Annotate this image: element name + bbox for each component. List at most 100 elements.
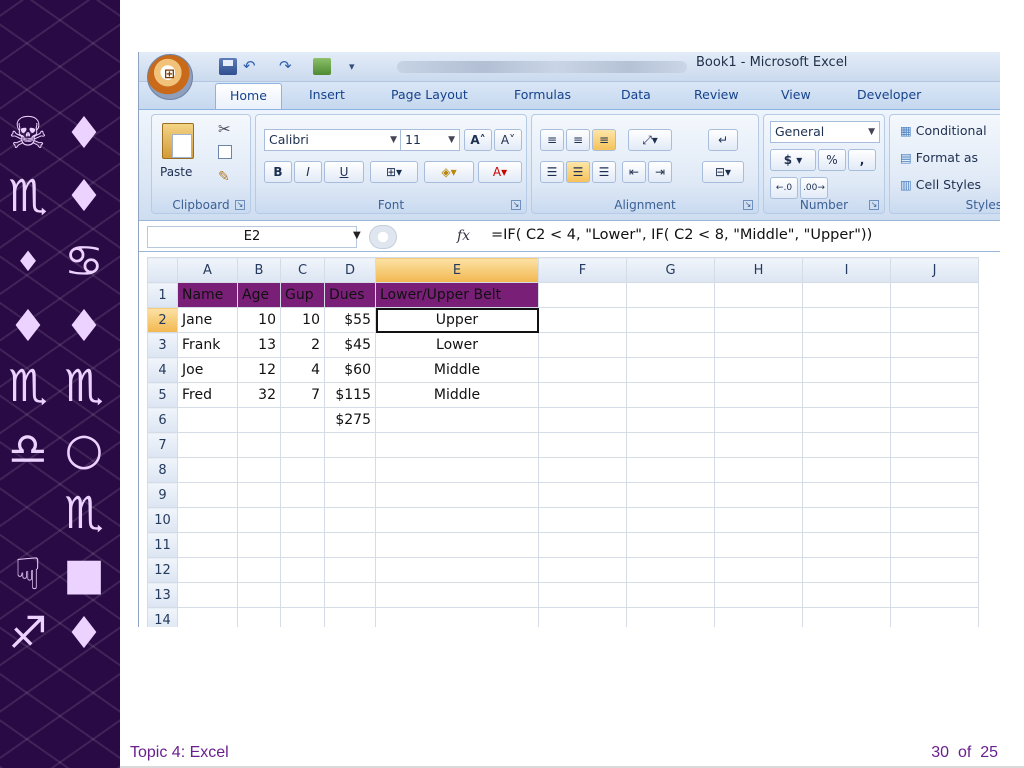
cell[interactable] bbox=[890, 582, 979, 608]
cell[interactable]: 7 bbox=[280, 382, 325, 408]
cell[interactable] bbox=[890, 407, 979, 433]
cell[interactable] bbox=[538, 557, 627, 583]
cell[interactable] bbox=[890, 382, 979, 408]
currency-button[interactable]: $ ▾ bbox=[770, 149, 816, 171]
cell[interactable] bbox=[177, 407, 238, 433]
cell[interactable]: 12 bbox=[237, 357, 281, 383]
tab-formulas[interactable]: Formulas bbox=[514, 87, 571, 102]
cell[interactable] bbox=[280, 507, 325, 533]
row-header[interactable]: 1 bbox=[147, 282, 178, 308]
cell[interactable] bbox=[802, 507, 891, 533]
cell[interactable] bbox=[280, 407, 325, 433]
column-header[interactable]: B bbox=[237, 257, 281, 283]
paste-button[interactable]: Paste bbox=[160, 165, 192, 179]
cell[interactable] bbox=[714, 332, 803, 358]
cell[interactable] bbox=[324, 557, 376, 583]
total-dues-cell[interactable]: $275 bbox=[324, 407, 376, 433]
row-header[interactable]: 8 bbox=[147, 457, 178, 483]
row-header[interactable]: 11 bbox=[147, 532, 178, 558]
tab-developer[interactable]: Developer bbox=[857, 87, 921, 102]
row-header[interactable]: 14 bbox=[147, 607, 178, 627]
cell[interactable] bbox=[375, 607, 539, 627]
cell[interactable]: 4 bbox=[280, 357, 325, 383]
cell[interactable] bbox=[237, 557, 281, 583]
cell[interactable] bbox=[890, 282, 979, 308]
cell[interactable] bbox=[538, 582, 627, 608]
bold-button[interactable]: B bbox=[264, 161, 292, 183]
cell[interactable] bbox=[714, 582, 803, 608]
cell[interactable] bbox=[802, 282, 891, 308]
cell[interactable] bbox=[890, 357, 979, 383]
column-header[interactable]: C bbox=[280, 257, 325, 283]
table-header-cell[interactable]: Gup bbox=[280, 282, 325, 308]
row-header[interactable]: 3 bbox=[147, 332, 178, 358]
tab-review[interactable]: Review bbox=[694, 87, 739, 102]
cell[interactable] bbox=[177, 507, 238, 533]
cell[interactable]: 10 bbox=[280, 307, 325, 333]
cell[interactable]: Jane bbox=[177, 307, 238, 333]
insert-function-icon[interactable]: fx bbox=[457, 228, 470, 244]
cell[interactable] bbox=[324, 532, 376, 558]
cell[interactable]: 10 bbox=[237, 307, 281, 333]
cell[interactable] bbox=[538, 382, 627, 408]
cell[interactable] bbox=[802, 332, 891, 358]
cell[interactable]: Lower bbox=[375, 332, 539, 358]
cell[interactable] bbox=[626, 507, 715, 533]
cell[interactable] bbox=[177, 532, 238, 558]
cell[interactable]: Middle bbox=[375, 382, 539, 408]
cell[interactable] bbox=[538, 457, 627, 483]
cell[interactable] bbox=[375, 507, 539, 533]
cell[interactable] bbox=[802, 557, 891, 583]
cell[interactable] bbox=[714, 282, 803, 308]
cell[interactable] bbox=[714, 557, 803, 583]
cell[interactable] bbox=[714, 507, 803, 533]
cell[interactable] bbox=[237, 457, 281, 483]
cell[interactable] bbox=[626, 582, 715, 608]
align-right-icon[interactable]: ☰ bbox=[592, 161, 616, 183]
paste-icon[interactable] bbox=[162, 123, 194, 159]
cell[interactable] bbox=[280, 482, 325, 508]
cell[interactable] bbox=[375, 532, 539, 558]
cell[interactable] bbox=[324, 507, 376, 533]
cell[interactable] bbox=[890, 457, 979, 483]
cell[interactable] bbox=[538, 357, 627, 383]
cell[interactable]: $45 bbox=[324, 332, 376, 358]
alignment-launcher-icon[interactable]: ↘ bbox=[743, 200, 753, 210]
column-header[interactable]: F bbox=[538, 257, 627, 283]
cell[interactable] bbox=[375, 457, 539, 483]
cell[interactable] bbox=[802, 357, 891, 383]
cell[interactable] bbox=[714, 307, 803, 333]
cell[interactable] bbox=[626, 432, 715, 458]
cell[interactable]: 32 bbox=[237, 382, 281, 408]
cell[interactable] bbox=[280, 432, 325, 458]
cell[interactable] bbox=[802, 607, 891, 627]
cell[interactable] bbox=[714, 432, 803, 458]
row-header[interactable]: 6 bbox=[147, 407, 178, 433]
cell[interactable] bbox=[177, 457, 238, 483]
cell[interactable] bbox=[324, 457, 376, 483]
row-header[interactable]: 7 bbox=[147, 432, 178, 458]
cell[interactable] bbox=[324, 432, 376, 458]
tab-home[interactable]: Home bbox=[215, 83, 282, 109]
cell[interactable] bbox=[375, 482, 539, 508]
cell[interactable] bbox=[237, 482, 281, 508]
cell[interactable] bbox=[237, 407, 281, 433]
cell[interactable] bbox=[890, 607, 979, 627]
cell[interactable] bbox=[280, 607, 325, 627]
cell[interactable] bbox=[237, 432, 281, 458]
conditional-formatting-button[interactable]: ▦ Conditional bbox=[900, 123, 987, 138]
cell[interactable] bbox=[626, 307, 715, 333]
comma-button[interactable]: , bbox=[848, 149, 876, 171]
underline-button[interactable]: U bbox=[324, 161, 364, 183]
cell[interactable] bbox=[538, 482, 627, 508]
cell[interactable] bbox=[177, 607, 238, 627]
borders-icon[interactable]: ⊞▾ bbox=[370, 161, 418, 183]
cell[interactable] bbox=[802, 432, 891, 458]
grow-font-button[interactable]: A˄ bbox=[464, 129, 492, 151]
align-center-icon[interactable]: ☰ bbox=[566, 161, 590, 183]
increase-decimal-icon[interactable]: ←.0 bbox=[770, 177, 798, 199]
cell[interactable] bbox=[626, 457, 715, 483]
cell[interactable]: 2 bbox=[280, 332, 325, 358]
cell[interactable] bbox=[802, 582, 891, 608]
cell[interactable] bbox=[538, 407, 627, 433]
